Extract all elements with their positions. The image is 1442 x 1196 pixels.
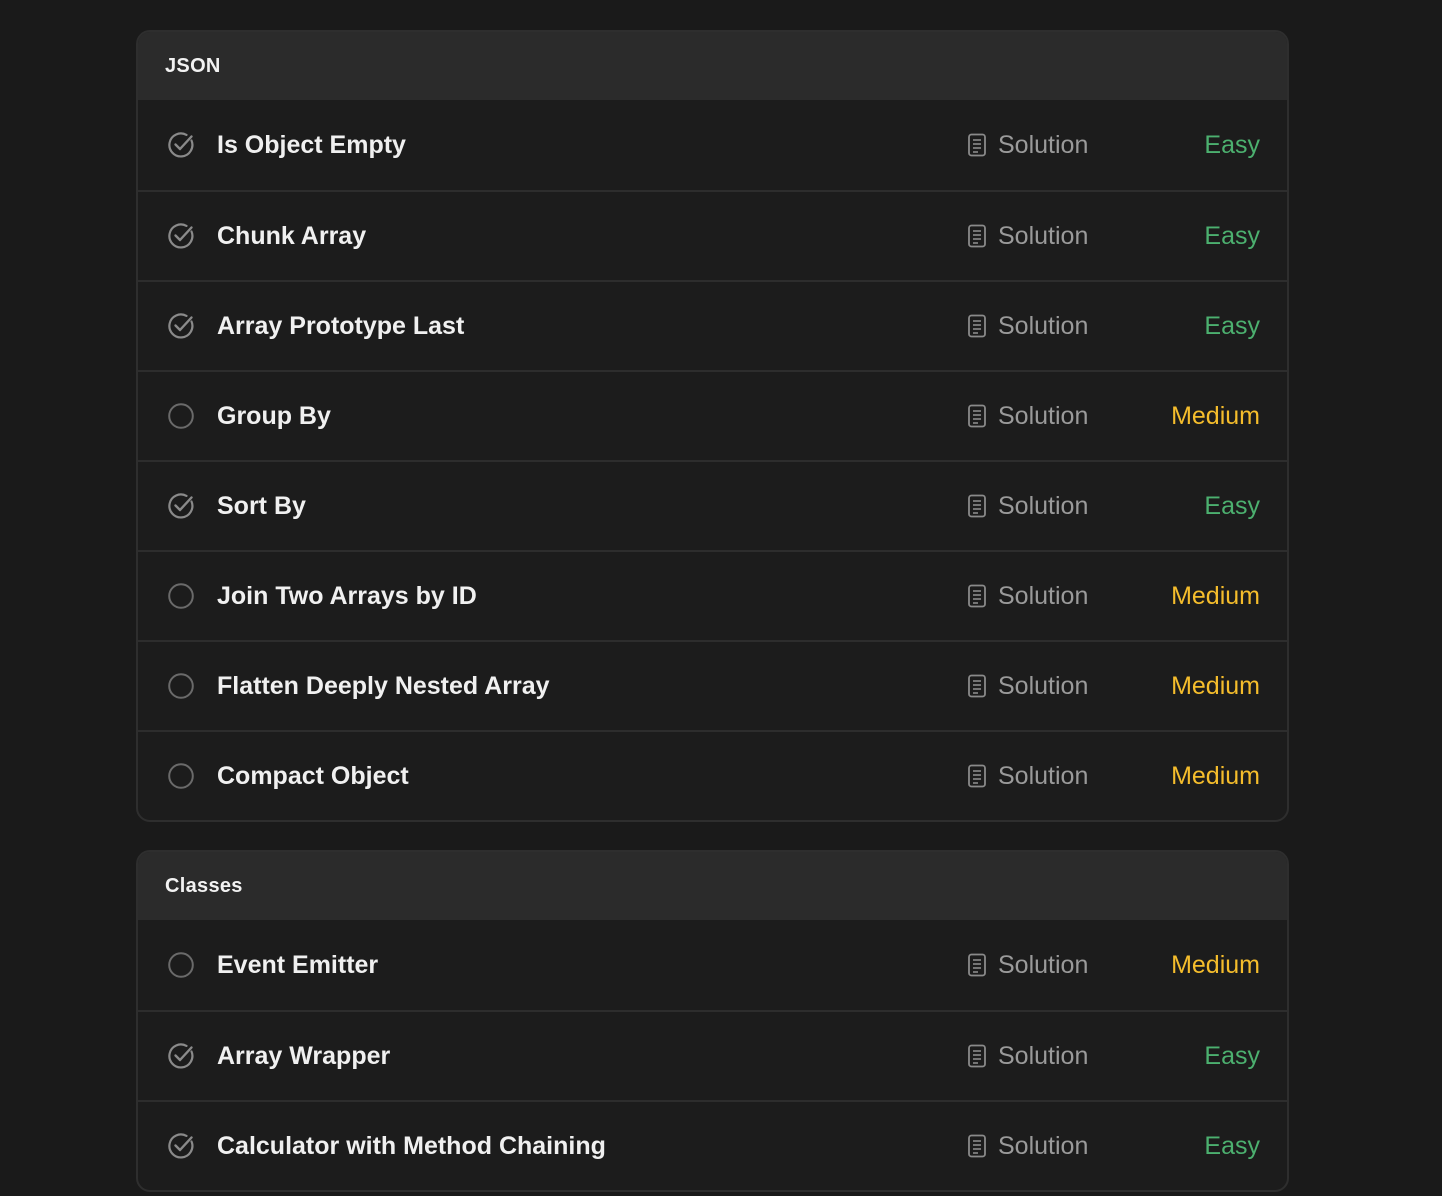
document-icon (967, 1044, 987, 1068)
problem-title-link[interactable]: Chunk Array (217, 222, 366, 251)
unsolved-circle-icon (167, 402, 195, 430)
difficulty-label: Medium (1171, 581, 1260, 610)
section-title: Classes (165, 874, 243, 897)
difficulty-label: Easy (1204, 1041, 1260, 1070)
problem-row[interactable]: Array Prototype Last Solution Easy (138, 280, 1287, 370)
solution-label: Solution (998, 221, 1089, 250)
problem-row[interactable]: Event Emitter Solution Medium (138, 920, 1287, 1010)
problem-row[interactable]: Flatten Deeply Nested Array Solution Mediu… (138, 640, 1287, 730)
problem-title-link[interactable]: Array Wrapper (217, 1042, 390, 1071)
problem-row[interactable]: Chunk Array Solution Easy (138, 190, 1287, 280)
document-icon (967, 224, 987, 248)
document-icon (967, 133, 987, 157)
problem-title-link[interactable]: Sort By (217, 492, 306, 521)
solution-label: Solution (998, 950, 1089, 979)
problem-list: Is Object Empty Solution Easy Chunk Array So… (138, 100, 1287, 820)
solution-link[interactable]: Solution (967, 492, 1088, 521)
difficulty-label: Easy (1204, 311, 1260, 340)
difficulty-label: Medium (1171, 950, 1260, 979)
problem-list: Event Emitter Solution Medium Array Wrapper… (138, 920, 1287, 1190)
difficulty-label: Medium (1171, 761, 1260, 790)
document-icon (967, 404, 987, 428)
section-json: JSON Is Object Empty Solution Easy Chunk Ar… (136, 30, 1289, 822)
problem-title-link[interactable]: Array Prototype Last (217, 312, 464, 341)
problem-row[interactable]: Compact Object Solution Medium (138, 730, 1287, 820)
difficulty-label: Easy (1204, 221, 1260, 250)
unsolved-circle-icon (167, 951, 195, 979)
problem-row[interactable]: Array Wrapper Solution Easy (138, 1010, 1287, 1100)
document-icon (967, 764, 987, 788)
unsolved-circle-icon (167, 582, 195, 610)
problem-title-link[interactable]: Flatten Deeply Nested Array (217, 672, 550, 701)
solution-link[interactable]: Solution (967, 762, 1088, 791)
problem-title-link[interactable]: Is Object Empty (217, 131, 406, 160)
solution-link[interactable]: Solution (967, 672, 1088, 701)
problem-row[interactable]: Group By Solution Medium (138, 370, 1287, 460)
document-icon (967, 953, 987, 977)
solution-label: Solution (998, 1041, 1089, 1070)
document-icon (967, 314, 987, 338)
document-icon (967, 494, 987, 518)
solution-label: Solution (998, 130, 1089, 159)
solution-label: Solution (998, 581, 1089, 610)
study-plan-page: JSON Is Object Empty Solution Easy Chunk Ar… (0, 0, 1442, 1196)
problem-title-link[interactable]: Join Two Arrays by ID (217, 582, 477, 611)
section-header: Classes (138, 852, 1287, 920)
document-icon (967, 1134, 987, 1158)
difficulty-label: Easy (1204, 130, 1260, 159)
solved-check-icon (167, 1132, 195, 1160)
section-classes: Classes Event Emitter Solution Medium Array… (136, 850, 1289, 1192)
unsolved-circle-icon (167, 672, 195, 700)
solved-check-icon (167, 131, 195, 159)
solution-label: Solution (998, 1131, 1089, 1160)
document-icon (967, 584, 987, 608)
solution-link[interactable]: Solution (967, 1042, 1088, 1071)
difficulty-label: Easy (1204, 491, 1260, 520)
difficulty-label: Easy (1204, 1131, 1260, 1160)
solved-check-icon (167, 312, 195, 340)
solved-check-icon (167, 1042, 195, 1070)
solved-check-icon (167, 222, 195, 250)
solution-link[interactable]: Solution (967, 222, 1088, 251)
solution-link[interactable]: Solution (967, 951, 1088, 980)
problem-title-link[interactable]: Event Emitter (217, 951, 378, 980)
problem-title-link[interactable]: Group By (217, 402, 331, 431)
problem-row[interactable]: Join Two Arrays by ID Solution Medium (138, 550, 1287, 640)
section-header: JSON (138, 32, 1287, 100)
problem-row[interactable]: Is Object Empty Solution Easy (138, 100, 1287, 190)
section-title: JSON (165, 54, 221, 77)
solution-link[interactable]: Solution (967, 312, 1088, 341)
solution-label: Solution (998, 311, 1089, 340)
solution-link[interactable]: Solution (967, 131, 1088, 160)
document-icon (967, 674, 987, 698)
problem-title-link[interactable]: Compact Object (217, 762, 409, 791)
problem-row[interactable]: Calculator with Method Chaining Solution E… (138, 1100, 1287, 1190)
solution-link[interactable]: Solution (967, 582, 1088, 611)
solved-check-icon (167, 492, 195, 520)
solution-link[interactable]: Solution (967, 402, 1088, 431)
solution-link[interactable]: Solution (967, 1132, 1088, 1161)
unsolved-circle-icon (167, 762, 195, 790)
solution-label: Solution (998, 491, 1089, 520)
solution-label: Solution (998, 401, 1089, 430)
problem-row[interactable]: Sort By Solution Easy (138, 460, 1287, 550)
problem-title-link[interactable]: Calculator with Method Chaining (217, 1132, 606, 1161)
solution-label: Solution (998, 761, 1089, 790)
solution-label: Solution (998, 671, 1089, 700)
difficulty-label: Medium (1171, 671, 1260, 700)
difficulty-label: Medium (1171, 401, 1260, 430)
